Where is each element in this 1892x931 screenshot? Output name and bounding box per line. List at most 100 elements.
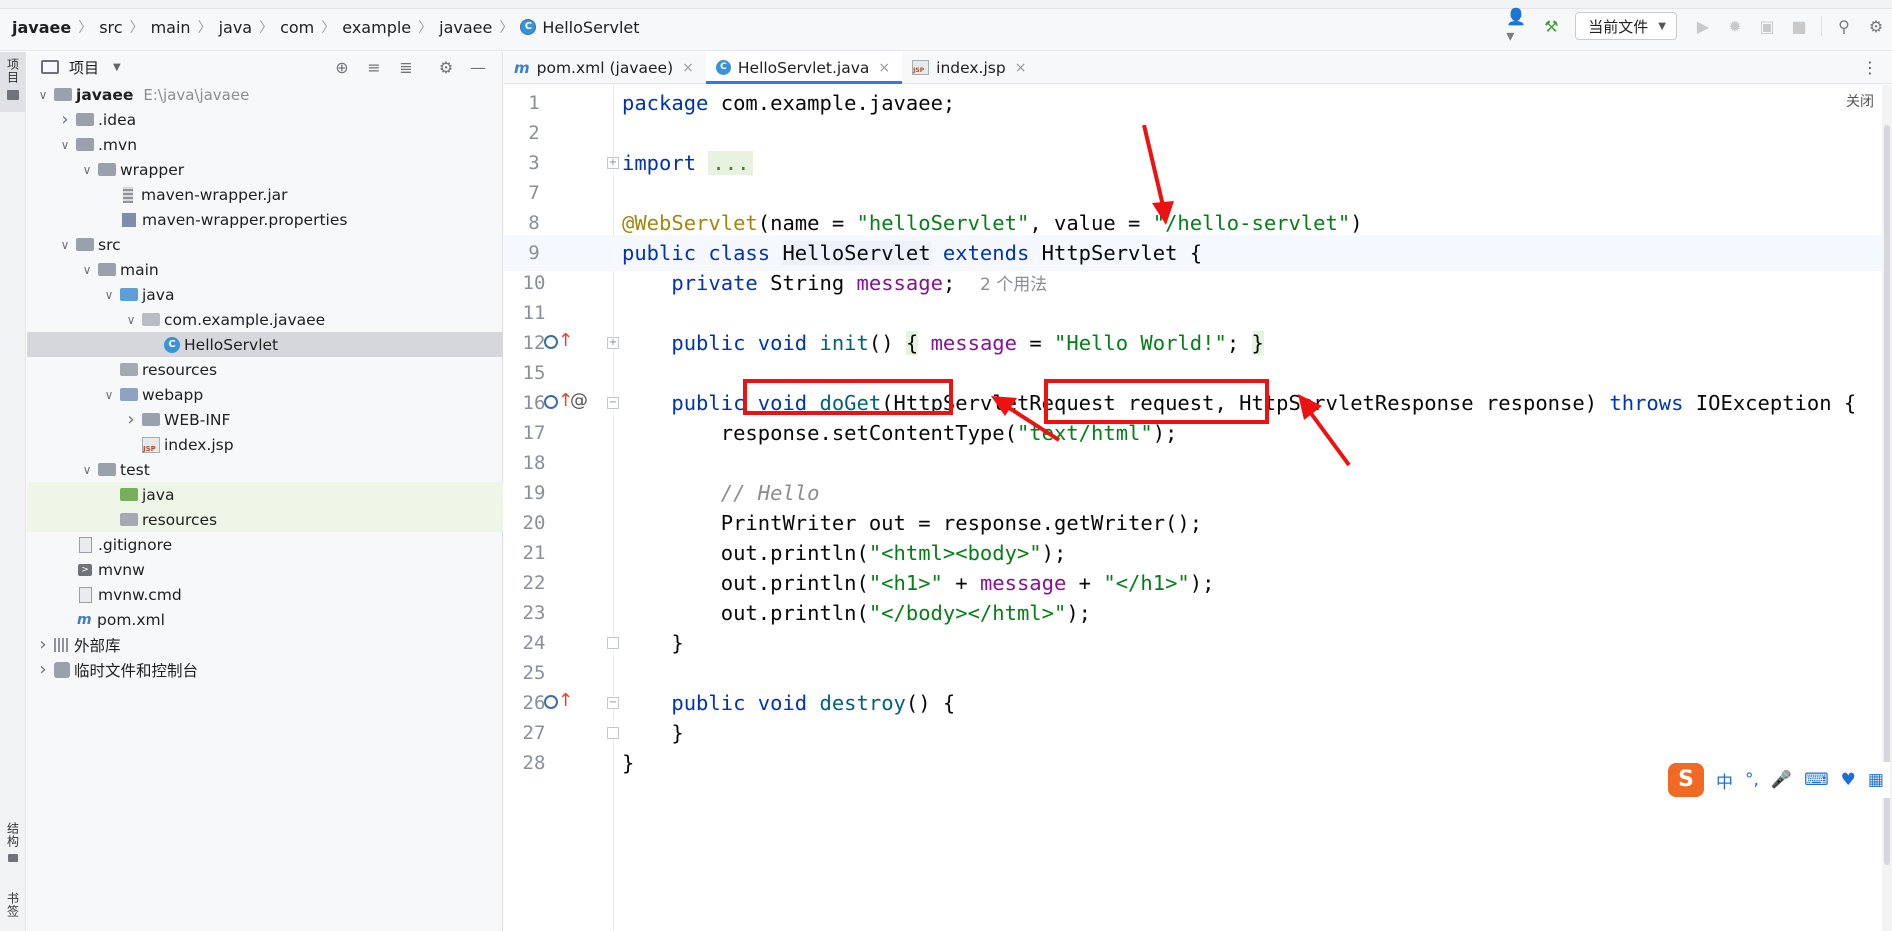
fold-marker[interactable]: + [607, 337, 619, 349]
close-icon[interactable]: × [1015, 60, 1027, 76]
tree-node[interactable]: .gitignore [27, 532, 503, 557]
breadcrumb-item[interactable]: com [280, 18, 314, 37]
tab-index-jsp[interactable]: JSP index.jsp × [902, 52, 1038, 83]
skin-icon[interactable]: ♥ [1841, 770, 1856, 790]
breadcrumb-item[interactable]: main [151, 18, 191, 37]
close-link[interactable]: 关闭 [1846, 91, 1874, 111]
maven-icon: m [514, 58, 530, 77]
search-icon[interactable]: ⚲ [1831, 13, 1857, 39]
tree-node[interactable]: ∨ src [27, 232, 503, 257]
chevron-down-icon[interactable]: ▼ [113, 62, 121, 73]
microphone-icon[interactable]: 🎤 [1771, 770, 1792, 790]
tree-node[interactable]: maven-wrapper.jar [27, 182, 503, 207]
close-icon[interactable]: × [682, 60, 694, 76]
chevron-down-icon[interactable]: ∨ [79, 163, 95, 177]
tree-node[interactable]: mvnw.cmd [27, 582, 503, 607]
toolbox-icon[interactable]: ▦ [1868, 770, 1884, 790]
tree-node[interactable]: java [27, 482, 503, 507]
tree-node[interactable]: ∨ java [27, 282, 503, 307]
code-area[interactable]: 1 package com.example.javaee; 2 3 + impo… [504, 85, 1892, 931]
chevron-down-icon[interactable]: ∨ [79, 263, 95, 277]
tool-window-structure[interactable]: 结构 [0, 822, 26, 872]
tree-node-label: pom.xml [97, 610, 165, 629]
coverage-icon[interactable]: ▣ [1754, 13, 1780, 39]
tree-node[interactable]: › .idea [27, 107, 503, 132]
tree-node[interactable]: maven-wrapper.properties [27, 207, 503, 232]
tree-node[interactable]: > mvnw [27, 557, 503, 582]
minimize-icon[interactable]: — [462, 55, 494, 79]
annotation-arrow [1142, 125, 1174, 225]
chevron-down-icon[interactable]: ∨ [123, 313, 139, 327]
scrollbar-thumb[interactable] [1884, 125, 1890, 865]
breadcrumb-item[interactable]: java [219, 18, 253, 37]
properties-file-icon [122, 212, 136, 227]
gear-icon[interactable]: ⚙ [430, 55, 462, 79]
tree-node[interactable]: ∨ wrapper [27, 157, 503, 182]
breadcrumb-item[interactable]: src [99, 18, 122, 37]
project-title[interactable]: 项目 [69, 57, 99, 78]
keyboard-icon[interactable]: ⌨ [1804, 770, 1829, 790]
debug-icon[interactable]: ✹ [1722, 13, 1748, 39]
fold-marker[interactable]: − [607, 397, 619, 409]
locate-icon[interactable]: ⊕ [326, 55, 358, 79]
user-icon[interactable]: 👤▾ [1506, 7, 1532, 45]
tree-node[interactable]: resources [27, 357, 503, 382]
ime-logo[interactable]: S [1668, 763, 1704, 797]
tool-window-project[interactable]: 项目 [0, 52, 26, 112]
tree-node[interactable]: ∨ com.example.javaee [27, 307, 503, 332]
run-icon[interactable]: ▶ [1690, 13, 1716, 39]
chevron-down-icon: ▼ [1658, 20, 1666, 32]
close-icon[interactable]: × [878, 60, 890, 76]
overrides-method-arrow-icon[interactable]: ↑ [558, 690, 573, 711]
override-icon[interactable] [544, 395, 558, 409]
tree-node[interactable]: ∨ .mvn [27, 132, 503, 157]
chevron-right-icon[interactable]: › [57, 109, 73, 130]
fold-marker[interactable] [607, 637, 619, 649]
chevron-right-icon[interactable]: › [123, 409, 139, 430]
tree-node[interactable]: ∨ test [27, 457, 503, 482]
run-configuration-select[interactable]: 当前文件 ▼ [1575, 12, 1677, 40]
punctuation-icon[interactable]: °, [1745, 770, 1759, 790]
breadcrumb-item[interactable]: javaee [439, 18, 492, 37]
chevron-down-icon[interactable]: ∨ [101, 288, 117, 302]
chevron-down-icon[interactable]: ∨ [79, 463, 95, 477]
build-hammer-icon[interactable]: ⚒ [1538, 13, 1564, 39]
chevron-down-icon[interactable]: ∨ [35, 88, 51, 102]
tree-node[interactable]: JSP index.jsp [27, 432, 503, 457]
settings-icon[interactable]: ⚙ [1863, 13, 1889, 39]
tool-window-bookmarks[interactable]: 书签 [0, 892, 26, 931]
chevron-down-icon[interactable]: ∨ [57, 238, 73, 252]
breadcrumb-item[interactable]: example [342, 18, 411, 37]
vertical-scrollbar[interactable] [1882, 85, 1892, 931]
tree-node[interactable]: C HelloServlet [27, 332, 503, 357]
chevron-down-icon[interactable]: ∨ [101, 388, 117, 402]
url-mapping-at-icon[interactable]: @ [570, 390, 588, 411]
override-icon[interactable] [544, 695, 558, 709]
tree-node[interactable]: m pom.xml [27, 607, 503, 632]
stop-icon[interactable]: ■ [1786, 13, 1812, 39]
chevron-down-icon[interactable]: ∨ [57, 138, 73, 152]
fold-marker[interactable] [607, 727, 619, 739]
tree-node[interactable]: › WEB-INF [27, 407, 503, 432]
breadcrumb-item[interactable]: javaee [12, 18, 71, 37]
tree-node[interactable]: ∨ webapp [27, 382, 503, 407]
chevron-right-icon[interactable]: › [35, 634, 51, 655]
fold-marker[interactable]: + [607, 157, 619, 169]
chevron-right-icon[interactable]: › [35, 659, 51, 680]
tree-node[interactable]: ∨ javaee E:\java\javaee [27, 82, 503, 107]
override-icon[interactable] [544, 335, 558, 349]
expand-all-icon[interactable]: ≡ [358, 55, 390, 79]
tab-helloservlet-java[interactable]: C HelloServlet.java × [705, 52, 903, 84]
collapse-all-icon[interactable]: ≣ [390, 55, 422, 79]
tree-node[interactable]: ∨ main [27, 257, 503, 282]
usages-hint[interactable]: 2 个用法 [980, 275, 1047, 295]
tree-node[interactable]: › 临时文件和控制台 [27, 657, 503, 682]
more-options-icon[interactable]: ⋮ [1862, 58, 1878, 77]
fold-marker[interactable]: − [607, 697, 619, 709]
tree-node[interactable]: › 外部库 [27, 632, 503, 657]
ime-language-toggle[interactable]: 中 [1716, 768, 1733, 793]
breadcrumb-item[interactable]: HelloServlet [542, 18, 639, 37]
overrides-method-arrow-icon[interactable]: ↑ [558, 330, 573, 351]
tree-node[interactable]: resources [27, 507, 503, 532]
tab-pom-xml[interactable]: m pom.xml (javaee) × [504, 52, 706, 83]
